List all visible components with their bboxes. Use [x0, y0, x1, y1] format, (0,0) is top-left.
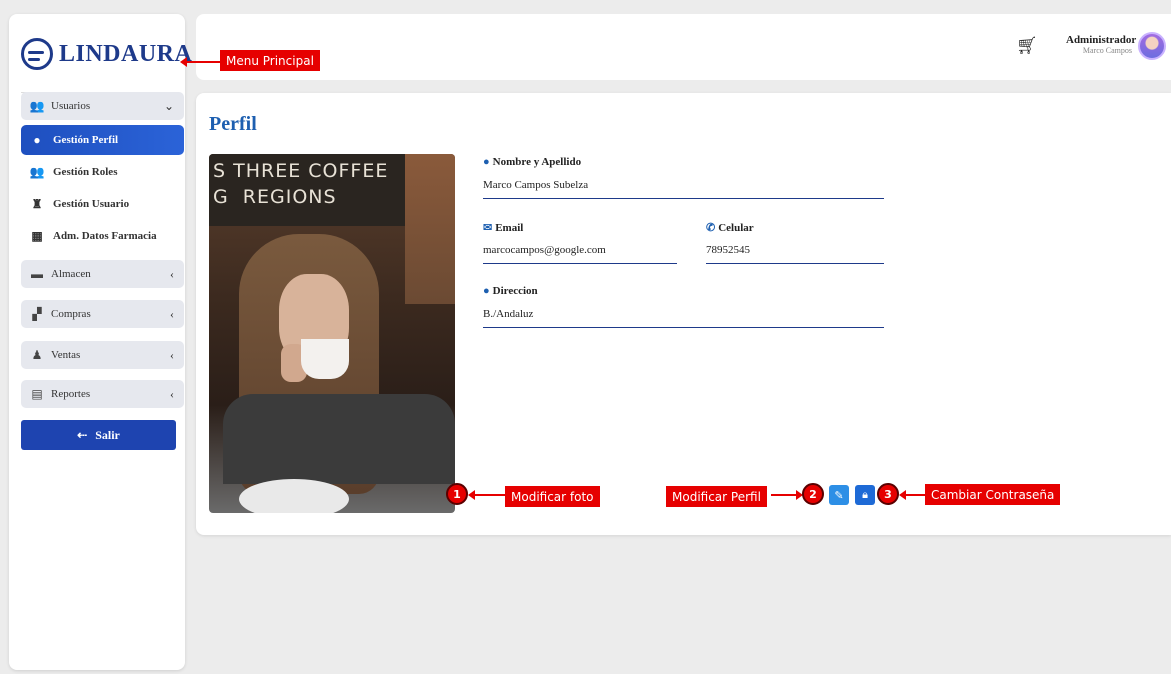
name-label-text: Nombre y Apellido — [492, 156, 582, 168]
sidebar-item-label: Adm. Datos Farmacia — [53, 230, 157, 242]
address-label-text: Direccion — [492, 285, 538, 297]
sidebar-group-label: Reportes — [51, 388, 91, 400]
sidebar: LINDAURA 👥 Usuarios ⌄ ● Gestión Perfil 👥… — [9, 14, 192, 670]
user-circle-icon: ● — [483, 156, 490, 168]
sidebar-group-compras[interactable]: ▞ Compras ‹ — [21, 300, 184, 328]
user-info[interactable]: Administrador Marco Campos — [1066, 34, 1137, 55]
phone-label: ✆ Celular — [706, 221, 754, 235]
sidebar-group-usuarios[interactable]: 👥 Usuarios ⌄ — [21, 92, 184, 120]
chevron-down-icon: ⌄ — [163, 98, 174, 113]
lock-icon: 🔒︎ — [862, 488, 868, 501]
email-label: ✉ Email — [483, 221, 524, 235]
sidebar-group-label: Compras — [51, 308, 91, 320]
user-tie-icon: ♜ — [31, 196, 43, 211]
annotation-arrow-profile — [771, 490, 803, 500]
envelope-icon: ✉ — [483, 222, 493, 234]
top-header: 🛒︎ Administrador Marco Campos — [196, 14, 1171, 80]
box-icon: ▬ — [31, 266, 43, 281]
report-icon: ▤ — [31, 386, 43, 401]
photo-sweater — [223, 394, 455, 484]
phone-field[interactable]: 78952545 — [706, 244, 884, 264]
sidebar-group-almacen[interactable]: ▬ Almacen ‹ — [21, 260, 184, 288]
sidebar-group-label: Almacen — [51, 268, 91, 280]
user-circle-icon: ● — [33, 132, 41, 147]
brand-name: LINDAURA — [59, 40, 193, 67]
user-role: Administrador — [1066, 34, 1137, 46]
chevron-left-icon: ‹ — [170, 386, 174, 401]
sidebar-group-reportes[interactable]: ▤ Reportes ‹ — [21, 380, 184, 408]
annotation-number-3: 3 — [877, 483, 899, 505]
sidebar-group-label: Ventas — [51, 349, 81, 361]
annotation-menu-principal: Menu Principal — [220, 50, 320, 71]
profile-photo: S THREE COFFEEG REGIONS ◘ — [209, 154, 455, 513]
sidebar-item-label: Gestión Usuario — [53, 198, 130, 210]
annotation-number-2: 2 — [802, 483, 824, 505]
name-field[interactable]: Marco Campos Subelza — [483, 179, 884, 199]
annotation-modificar-foto: Modificar foto — [505, 486, 600, 507]
change-password-button[interactable]: 🔒︎ — [855, 485, 875, 505]
sidebar-item-gestion-perfil[interactable]: ● Gestión Perfil — [21, 125, 184, 155]
sidebar-group-ventas[interactable]: ♟ Ventas ‹ — [21, 341, 184, 369]
address-field[interactable]: B./Andaluz — [483, 308, 884, 328]
chevron-left-icon: ‹ — [170, 266, 174, 281]
annotation-arrow-menu — [180, 57, 220, 67]
annotation-arrow-password — [899, 490, 925, 500]
chevron-left-icon: ‹ — [170, 347, 174, 362]
users-icon: 👥 — [29, 164, 45, 179]
logout-icon: ⇠ — [77, 427, 88, 442]
sidebar-item-label: Gestión Roles — [53, 166, 118, 178]
sidebar-item-gestion-usuario[interactable]: ♜ Gestión Usuario — [21, 189, 184, 219]
annotation-modificar-perfil: Modificar Perfil — [666, 486, 767, 507]
brand-logo-icon — [21, 38, 53, 70]
sidebar-item-label: Gestión Perfil — [53, 134, 119, 146]
edit-profile-button[interactable]: ✎ — [829, 485, 849, 505]
photo-sign: S THREE COFFEE G REGIONS — [209, 154, 409, 226]
photo-cup — [301, 339, 349, 379]
logout-label: Salir — [95, 427, 120, 442]
name-label: ● Nombre y Apellido — [483, 156, 581, 168]
phone-icon: ✆ — [706, 222, 716, 234]
clinic-icon: ▦ — [31, 228, 43, 243]
annotation-number-1: 1 — [446, 483, 468, 505]
users-icon: 👥 — [29, 98, 45, 113]
chevron-left-icon: ‹ — [170, 306, 174, 321]
cart-hand-icon: ▞ — [32, 306, 42, 321]
user-name: Marco Campos — [1082, 46, 1132, 55]
cart-icon[interactable]: 🛒︎ — [1016, 36, 1038, 56]
sidebar-item-adm-datos-farmacia[interactable]: ▦ Adm. Datos Farmacia — [21, 221, 184, 251]
photo-plate — [239, 479, 349, 513]
address-label: ● Direccion — [483, 285, 538, 297]
sidebar-group-label: Usuarios — [51, 100, 91, 112]
photo-background — [405, 154, 455, 304]
photo-sign-text: S THREE COFFEE G REGIONS — [213, 160, 389, 208]
email-label-text: Email — [495, 221, 524, 234]
sidebar-item-gestion-roles[interactable]: 👥 Gestión Roles — [21, 157, 184, 187]
annotation-arrow-photo — [468, 490, 505, 500]
avatar[interactable] — [1138, 32, 1166, 60]
logout-button[interactable]: ⇠ Salir — [21, 420, 176, 450]
annotation-cambiar-contrasena: Cambiar Contraseña — [925, 484, 1061, 505]
profile-card: Perfil S THREE COFFEEG REGIONS ◘ ● Nombr… — [196, 93, 1171, 535]
map-marker-icon: ● — [483, 285, 490, 297]
money-bag-icon: ♟ — [31, 347, 43, 362]
email-field[interactable]: marcocampos@google.com — [483, 244, 677, 264]
page-title: Perfil — [209, 113, 257, 135]
brand-logo[interactable]: LINDAURA — [21, 38, 192, 70]
phone-label-text: Celular — [718, 221, 754, 234]
edit-icon: ✎ — [834, 489, 844, 502]
